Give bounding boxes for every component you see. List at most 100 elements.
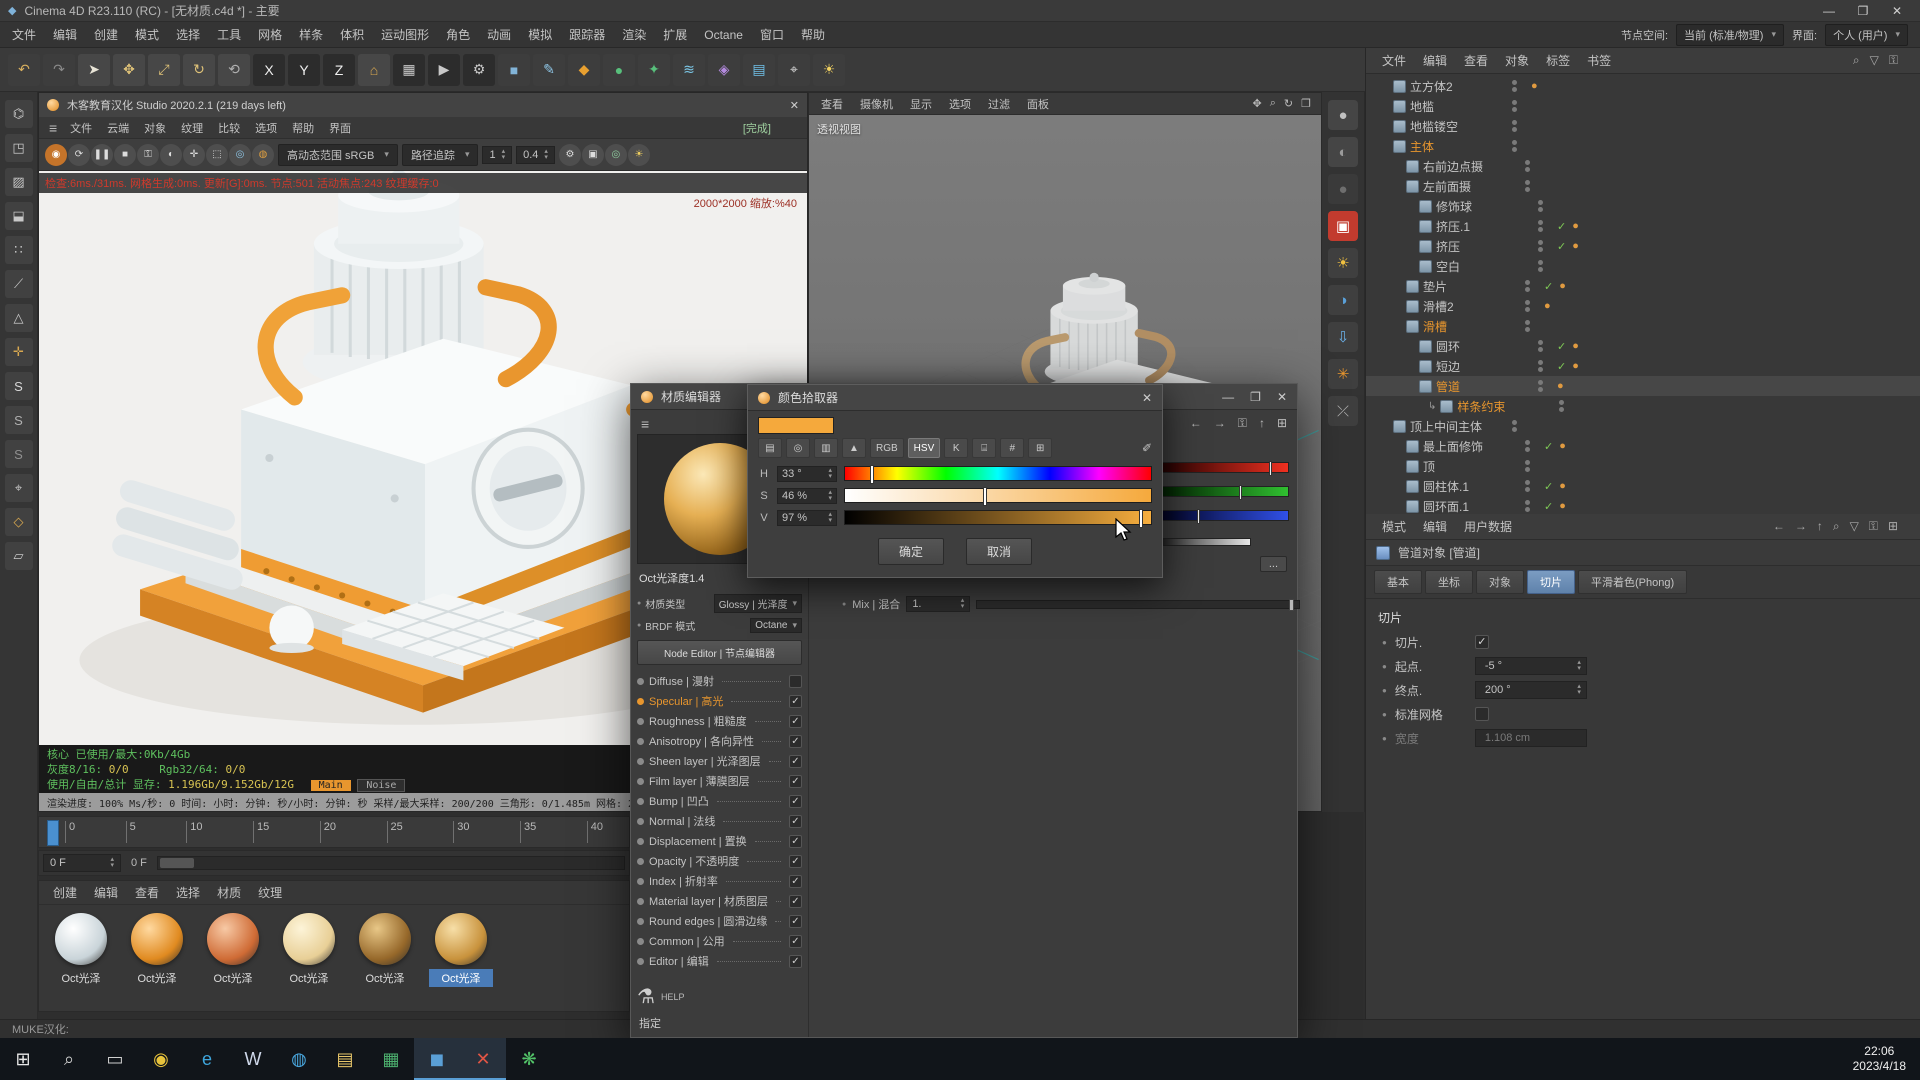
object-tree-row[interactable]: 地槛 ✓ ●: [1366, 96, 1920, 116]
octane-focus-picker-icon[interactable]: ◎: [229, 144, 251, 166]
mix-value-field[interactable]: 1. ▴▾: [906, 596, 970, 612]
material-thumbnail[interactable]: Oct光泽: [201, 913, 265, 987]
octane-sun-icon[interactable]: ☀: [1328, 248, 1358, 278]
channel-label[interactable]: Sheen layer | 光泽图层: [649, 753, 761, 769]
red-slider-handle[interactable]: [1269, 461, 1272, 476]
value-value-field[interactable]: 97 % ▴▾: [777, 510, 837, 526]
solo-single-tool[interactable]: S: [5, 406, 33, 434]
channel-label[interactable]: Editor | 编辑: [649, 953, 709, 969]
close-icon[interactable]: ✕: [790, 99, 799, 112]
saturation-value-field[interactable]: 46 % ▴▾: [777, 488, 837, 504]
swatches-mode-icon[interactable]: ⊞: [1028, 438, 1052, 458]
visibility-dots[interactable]: [1559, 400, 1564, 412]
menu-item[interactable]: 窗口: [752, 23, 792, 46]
cancel-button[interactable]: 取消: [966, 538, 1032, 565]
hsv-mode-button[interactable]: HSV: [908, 438, 941, 458]
visibility-dots[interactable]: [1512, 140, 1517, 152]
move-tool[interactable]: ✥: [113, 54, 145, 86]
menu-item[interactable]: 文件: [63, 118, 99, 138]
menu-item[interactable]: 动画: [479, 23, 519, 46]
node-editor-button[interactable]: Node Editor | 节点编辑器: [637, 640, 802, 665]
object-tree-row[interactable]: 左前面摄 ✓ ●: [1366, 176, 1920, 196]
help-icon[interactable]: ⚗: [637, 984, 655, 1009]
object-tree-row[interactable]: 地槛镂空 ✓ ●: [1366, 116, 1920, 136]
octane-ball-icon[interactable]: ●: [1328, 100, 1358, 130]
saturation-slider[interactable]: [844, 488, 1152, 503]
mixer-mode-icon[interactable]: ⌸: [972, 438, 996, 458]
channel-checkbox[interactable]: ✓: [789, 955, 802, 968]
green-slider-handle[interactable]: [1239, 485, 1242, 500]
spinner-icon[interactable]: ▴▾: [828, 512, 832, 524]
hue-slider[interactable]: [844, 466, 1152, 481]
menu-item[interactable]: 材质: [209, 881, 249, 904]
menu-item[interactable]: 查看: [813, 93, 851, 115]
file-explorer-icon[interactable]: ▤: [322, 1038, 368, 1080]
image-mode-icon[interactable]: ▲: [842, 438, 866, 458]
visibility-dots[interactable]: [1525, 320, 1530, 332]
channel-label[interactable]: Specular | 高光: [649, 693, 723, 709]
viewport-pan-icon[interactable]: ✥: [1253, 97, 1262, 110]
attribute-tab[interactable]: 平滑着色(Phong): [1578, 570, 1687, 594]
more-button[interactable]: ...: [1260, 556, 1287, 572]
material-type-select[interactable]: Glossy | 光泽度 ▾: [714, 594, 802, 613]
octane-settings-icon[interactable]: ⚙: [559, 144, 581, 166]
object-tree-row[interactable]: 管道 ✓ ●: [1366, 376, 1920, 396]
menu-item[interactable]: 编辑: [86, 881, 126, 904]
object-tree-row[interactable]: 垫片 ✓ ●: [1366, 276, 1920, 296]
channel-row[interactable]: Roughness | 粗糙度 ✓: [637, 711, 802, 731]
edge-icon[interactable]: e: [184, 1038, 230, 1080]
spinner-icon[interactable]: ▴▾: [110, 857, 114, 869]
cinema4d-icon[interactable]: ◼: [414, 1038, 460, 1080]
channel-label[interactable]: Roughness | 粗糙度: [649, 713, 747, 729]
enabled-check-icon[interactable]: ✓: [1544, 440, 1553, 453]
hamburger-icon[interactable]: ≡: [45, 118, 61, 138]
gradient-mode-icon[interactable]: ▥: [814, 438, 838, 458]
object-name[interactable]: 挤压.1: [1436, 218, 1528, 235]
om-filter-icon[interactable]: ▽: [1870, 53, 1879, 68]
am-grid-icon[interactable]: ⊞: [1888, 519, 1898, 534]
close-button[interactable]: ✕: [1142, 391, 1152, 405]
am-forward-icon[interactable]: →: [1795, 519, 1807, 534]
visibility-dots[interactable]: [1525, 500, 1530, 512]
material-tag-icon[interactable]: ●: [1572, 240, 1579, 252]
object-name[interactable]: 顶上中间主体: [1410, 418, 1502, 435]
viewport-toggle-icon[interactable]: ❐: [1301, 97, 1311, 110]
menu-item[interactable]: 体积: [332, 23, 372, 46]
menu-item[interactable]: 样条: [291, 23, 331, 46]
channel-label[interactable]: Common | 公用: [649, 933, 725, 949]
octane-spin2-field[interactable]: 0.4 ▴▾: [516, 146, 555, 164]
object-name[interactable]: 样条约束: [1457, 398, 1549, 415]
octane-material-picker-icon[interactable]: ◍: [252, 144, 274, 166]
menu-item[interactable]: 网格: [250, 23, 290, 46]
quantize-tool[interactable]: ◇: [5, 508, 33, 536]
channel-row[interactable]: Editor | 编辑 ✓: [637, 951, 802, 971]
visibility-dots[interactable]: [1512, 420, 1517, 432]
material-tag-icon[interactable]: ●: [1557, 380, 1564, 392]
object-name[interactable]: 右前边点摄: [1423, 158, 1515, 175]
material-tag-icon[interactable]: ●: [1559, 280, 1566, 292]
object-name[interactable]: 滑槽2: [1423, 298, 1515, 315]
object-tree-row[interactable]: 空白 ✓ ●: [1366, 256, 1920, 276]
channel-checkbox[interactable]: ✓: [789, 795, 802, 808]
last-tool-icon[interactable]: ⟲: [218, 54, 250, 86]
end-angle-field[interactable]: 200 ° ▴▾: [1475, 681, 1587, 699]
octane-scatter-icon[interactable]: ✳: [1328, 359, 1358, 389]
visibility-dots[interactable]: [1525, 460, 1530, 472]
menu-item[interactable]: 编辑: [45, 23, 85, 46]
task-view-button[interactable]: ▭: [92, 1038, 138, 1080]
object-tree-row[interactable]: 圆环面.1 ✓ ●: [1366, 496, 1920, 514]
rgb-mode-button[interactable]: RGB: [870, 438, 904, 458]
channel-row[interactable]: Normal | 法线 ✓: [637, 811, 802, 831]
material-thumbnail[interactable]: Oct光泽: [429, 913, 493, 987]
attribute-tab[interactable]: 坐标: [1425, 570, 1473, 594]
menu-item[interactable]: 显示: [902, 93, 940, 115]
channel-row[interactable]: Bump | 凹凸 ✓: [637, 791, 802, 811]
object-name[interactable]: 挤压: [1436, 238, 1528, 255]
values-mode-icon[interactable]: #: [1000, 438, 1024, 458]
octane-clay-mode-icon[interactable]: ◐: [160, 144, 182, 166]
channel-row[interactable]: Displacement | 置换 ✓: [637, 831, 802, 851]
visibility-dots[interactable]: [1525, 300, 1530, 312]
object-tree-row[interactable]: 顶 ✓ ●: [1366, 456, 1920, 476]
timeline-playhead[interactable]: [47, 820, 59, 846]
visibility-dots[interactable]: [1525, 180, 1530, 192]
